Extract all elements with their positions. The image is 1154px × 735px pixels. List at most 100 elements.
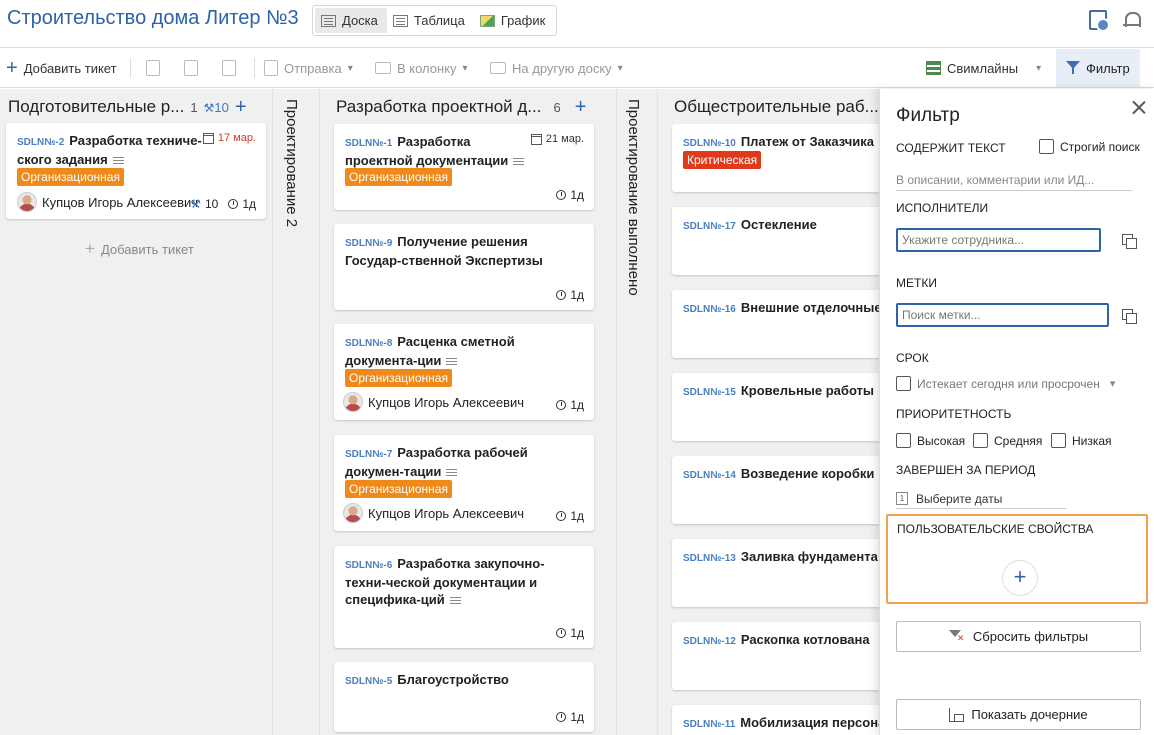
to-board-button[interactable]: На другую доску ▾ [490, 48, 623, 88]
tag-badge: Организационная [345, 168, 452, 186]
add-property-button[interactable]: + [1002, 560, 1038, 596]
checkbox[interactable] [1039, 139, 1054, 154]
toolbar-divider [130, 58, 131, 78]
clock-icon [556, 290, 567, 300]
send-icon [264, 60, 278, 76]
ticket-card[interactable]: SDLN№-8 Расценка сметной документа-ции Ор… [334, 324, 594, 420]
delete-button[interactable] [222, 48, 236, 88]
send-button[interactable]: Отправка ▾ [264, 48, 353, 88]
priority-low-checkbox[interactable]: Низкая [1051, 433, 1112, 448]
estimate: 1д [556, 710, 584, 724]
estimate: 1д [556, 288, 584, 302]
close-icon[interactable] [1131, 99, 1147, 115]
duplicate-button[interactable] [184, 48, 198, 88]
view-switcher: Доска Таблица График [312, 5, 558, 36]
estimate-value: 1д [570, 509, 584, 523]
ticket-card[interactable]: SDLN№-12 Раскопка котлована [672, 622, 892, 690]
column-header[interactable]: Разработка проектной д... 6 + [336, 97, 586, 117]
reset-filters-button[interactable]: Сбросить фильтры [896, 621, 1141, 652]
filter-button[interactable]: Фильтр [1056, 49, 1140, 87]
to-column-button[interactable]: В колонку ▾ [375, 48, 468, 88]
add-ticket-button[interactable]: + Добавить тикет [6, 48, 117, 88]
card-title-text: Кровельные работы [740, 383, 875, 398]
assignee-input[interactable]: Укажите сотрудника... [896, 228, 1101, 252]
add-ticket-link[interactable]: + Добавить тикет [85, 239, 194, 259]
clock-icon [556, 511, 567, 521]
tags-label: МЕТКИ [896, 276, 937, 290]
copy-button[interactable] [146, 48, 160, 88]
date-range-picker[interactable]: 1 Выберите даты [896, 489, 1066, 509]
checkbox[interactable] [896, 376, 911, 391]
show-children-button[interactable]: Показать дочерние [896, 699, 1141, 730]
copy-icon[interactable] [1122, 234, 1137, 249]
clock-icon [556, 190, 567, 200]
priority-medium-checkbox[interactable]: Средняя [973, 433, 1042, 448]
estimate: 1д [556, 626, 584, 640]
priority-label: ПРИОРИТЕТНОСТЬ [896, 407, 1012, 421]
column-header[interactable]: Общестроительные раб... [674, 97, 879, 117]
ticket-card[interactable]: SDLN№-15 Кровельные работы [672, 373, 892, 441]
checkbox[interactable] [896, 433, 911, 448]
ticket-card[interactable]: SDLN№-1 Разработка проектной документации… [334, 124, 594, 210]
ticket-card[interactable]: SDLN№-17 Остекление [672, 207, 892, 275]
due-checkbox[interactable]: Истекает сегодня или просрочен ▾ [896, 376, 1115, 391]
ticket-card[interactable]: SDLN№-11 Мобилизация персонала [672, 705, 892, 735]
tab-board[interactable]: Доска [315, 8, 387, 33]
add-card-button[interactable]: + [575, 97, 587, 117]
estimate-value: 1д [570, 188, 584, 202]
copy-icon [146, 60, 160, 76]
story-points-icon: ⚒ [190, 197, 201, 211]
ticket-card[interactable]: SDLN№-10 Платеж от Заказчика Критическая [672, 124, 892, 192]
calendar-icon [530, 133, 542, 145]
assignee-name: Купцов Игорь Алексеевич [368, 394, 525, 410]
collapsed-column[interactable]: Проектирование выполнено [616, 89, 658, 735]
tab-chart-label: График [500, 13, 546, 28]
card-title: SDLN№-16 Внешние отделочные ра [683, 299, 892, 318]
chevron-down-icon[interactable]: ▾ [1110, 377, 1116, 390]
checkbox[interactable] [973, 433, 988, 448]
strict-search-checkbox[interactable]: Строгий поиск [1039, 139, 1140, 154]
card-id: SDLN№-7 [345, 449, 393, 460]
card-id: SDLN№-11 [683, 719, 736, 730]
ticket-card[interactable]: SDLN№-2 Разработка техниче-ского задания … [6, 123, 266, 219]
search-text-input[interactable]: В описании, комментарии или ИД... [896, 167, 1132, 191]
board-title[interactable]: Строительство дома Литер №3 [7, 7, 299, 30]
estimate: 1д [556, 188, 584, 202]
tags-input[interactable]: Поиск метки... [896, 303, 1109, 327]
tab-chart[interactable]: График [474, 8, 554, 33]
board-icon [321, 14, 336, 27]
card-title-text: Возведение коробки [740, 466, 875, 481]
swimlanes-button[interactable]: Свимлайны ▾ [926, 48, 1041, 88]
card-title-text: Остекление [740, 217, 817, 232]
hierarchy-icon [949, 707, 965, 722]
card-title: SDLN№-17 Остекление [683, 216, 892, 235]
assignee-name: Купцов Игорь Алексеевич [42, 194, 199, 210]
ticket-card[interactable]: SDLN№-6 Разработка закупочно-техни-ческой… [334, 546, 594, 648]
card-id: SDLN№-16 [683, 304, 736, 315]
ticket-card[interactable]: SDLN№-13 Заливка фундамента [672, 539, 892, 607]
priority-high-checkbox[interactable]: Высокая [896, 433, 965, 448]
ticket-card[interactable]: SDLN№-7 Разработка рабочей докумен-тации … [334, 435, 594, 531]
board-settings-icon[interactable] [1089, 10, 1110, 32]
ticket-card[interactable]: SDLN№-16 Внешние отделочные ра [672, 290, 892, 358]
column-title: Разработка проектной д... [336, 97, 542, 116]
card-title: SDLN№-7 Разработка рабочей докумен-тации [345, 444, 580, 480]
column-header[interactable]: Подготовительные р... 1 ⚒10 + [8, 97, 247, 117]
tab-table[interactable]: Таблица [387, 8, 474, 33]
collapsed-column[interactable]: Проектирование 2 [272, 89, 320, 735]
checkbox[interactable] [1051, 433, 1066, 448]
bell-icon[interactable] [1122, 10, 1141, 30]
ticket-card[interactable]: SDLN№-14 Возведение коробки [672, 456, 892, 524]
card-meta: ⚒ 10 1д [190, 197, 256, 211]
estimate-value: 1д [570, 626, 584, 640]
plus-icon: + [6, 57, 18, 79]
card-title: SDLN№-6 Разработка закупочно-техни-ческой… [345, 555, 580, 608]
add-card-button[interactable]: + [235, 97, 247, 117]
estimate-value: 1д [570, 288, 584, 302]
tags-copy-icon[interactable] [1122, 309, 1137, 324]
panel-title: Фильтр [896, 105, 960, 126]
ticket-card[interactable]: SDLN№-5 Благоустройство 1д [334, 662, 594, 732]
card-title: SDLN№-12 Раскопка котлована [683, 631, 892, 650]
tag-badge: Организационная [17, 168, 124, 186]
ticket-card[interactable]: SDLN№-9 Получение решения Государ-ственно… [334, 224, 594, 310]
